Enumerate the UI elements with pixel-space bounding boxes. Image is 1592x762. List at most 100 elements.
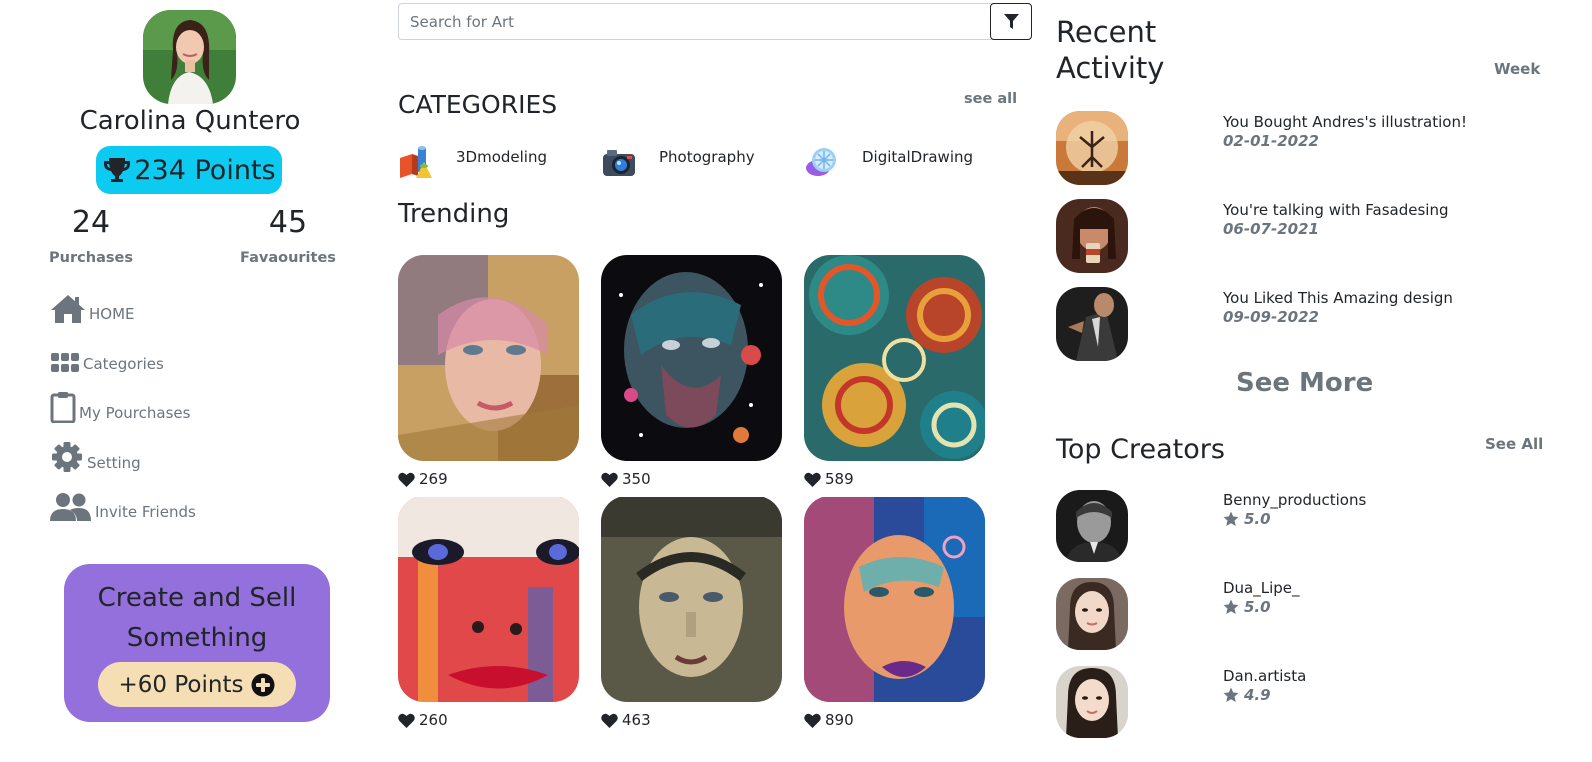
nav-item-setting[interactable]: Setting bbox=[50, 441, 196, 473]
creator-item[interactable]: Dua_Lipe_ 5.0 bbox=[1056, 578, 1536, 652]
creator-rating: 5.0 bbox=[1223, 598, 1271, 616]
category-label: DigitalDrawing bbox=[862, 148, 974, 166]
points-badge[interactable]: 234 Points bbox=[96, 146, 282, 194]
artwork-image bbox=[804, 255, 985, 461]
artwork-image bbox=[601, 496, 782, 702]
likes-count: 890 bbox=[804, 711, 985, 729]
creator-rating-value: 5.0 bbox=[1244, 510, 1271, 528]
activity-item[interactable]: You're talking with Fasadesing 06-07-202… bbox=[1056, 199, 1536, 273]
activity-title: You Bought Andres's illustration! bbox=[1223, 113, 1467, 131]
purchases-stat[interactable]: 24 Purchases bbox=[21, 204, 161, 266]
creator-rating-value: 4.9 bbox=[1244, 686, 1271, 704]
heart-icon[interactable] bbox=[601, 713, 618, 728]
nav-item-categories[interactable]: Categories bbox=[50, 342, 196, 374]
profile-sidebar: Carolina Quntero 234 Points 24 Purchases… bbox=[0, 0, 380, 762]
trending-art-card[interactable]: 589 bbox=[804, 255, 985, 488]
activity-thumbnail bbox=[1056, 199, 1128, 273]
nav-label-setting: Setting bbox=[87, 453, 141, 472]
search-input[interactable] bbox=[399, 4, 991, 39]
trending-art-card[interactable]: 350 bbox=[601, 255, 782, 488]
recent-heading-line-2: Activity bbox=[1056, 51, 1165, 85]
activity-title: You're talking with Fasadesing bbox=[1223, 201, 1449, 219]
creator-item[interactable]: Benny_productions 5.0 bbox=[1056, 490, 1536, 564]
likes-count: 589 bbox=[804, 470, 985, 488]
likes-count: 269 bbox=[398, 470, 579, 488]
heart-icon[interactable] bbox=[804, 713, 821, 728]
nav-label-my-purchases: My Pourchases bbox=[79, 404, 191, 422]
category-label: Photography bbox=[659, 148, 755, 166]
promo-line-2: Something bbox=[126, 623, 268, 653]
creator-rating: 4.9 bbox=[1223, 686, 1271, 704]
plus-circle-icon bbox=[251, 673, 275, 696]
trending-art-card[interactable]: 269 bbox=[398, 255, 579, 488]
likes-count: 463 bbox=[601, 711, 782, 729]
likes-value: 589 bbox=[825, 470, 854, 488]
gear-icon bbox=[50, 441, 84, 473]
period-filter[interactable]: Week bbox=[1494, 60, 1540, 78]
category-photography[interactable]: Photography bbox=[601, 144, 755, 180]
category-3dmodeling[interactable]: 3Dmodeling bbox=[398, 144, 547, 180]
creator-name: Benny_productions bbox=[1223, 491, 1367, 509]
activity-item[interactable]: You Bought Andres's illustration! 02-01-… bbox=[1056, 111, 1536, 185]
categories-see-all-link[interactable]: see all bbox=[964, 91, 1017, 107]
drawing-tablet-icon bbox=[806, 148, 836, 176]
artwork-image bbox=[601, 255, 782, 461]
nav-item-my-purchases[interactable]: My Pourchases bbox=[50, 391, 196, 423]
star-icon bbox=[1223, 687, 1239, 702]
creator-avatar bbox=[1056, 666, 1128, 738]
star-icon bbox=[1223, 599, 1239, 614]
activity-thumbnail bbox=[1056, 287, 1128, 361]
trending-art-card[interactable]: 260 bbox=[398, 496, 579, 729]
creator-avatar bbox=[1056, 578, 1128, 650]
activity-title: You Liked This Amazing design bbox=[1223, 289, 1453, 307]
heart-icon[interactable] bbox=[398, 472, 415, 487]
creator-rating: 5.0 bbox=[1223, 510, 1271, 528]
activity-date: 02-01-2022 bbox=[1223, 132, 1319, 150]
promo-line-1: Create and Sell bbox=[97, 583, 297, 613]
heart-icon[interactable] bbox=[804, 472, 821, 487]
filter-button[interactable] bbox=[990, 3, 1032, 40]
nav-label-invite-friends: Invite Friends bbox=[95, 503, 196, 521]
see-more-button[interactable]: See More bbox=[1236, 368, 1373, 398]
purchases-count: 24 bbox=[71, 205, 111, 240]
search-bar bbox=[398, 3, 1032, 40]
grid-icon bbox=[50, 352, 80, 374]
creator-rating-value: 5.0 bbox=[1244, 598, 1271, 616]
creator-name: Dua_Lipe_ bbox=[1223, 579, 1300, 597]
favourites-label: Favaourites bbox=[240, 250, 336, 266]
recent-heading-line-1: Recent bbox=[1056, 15, 1157, 49]
likes-value: 269 bbox=[419, 470, 448, 488]
likes-count: 350 bbox=[601, 470, 782, 488]
artwork-image bbox=[398, 255, 579, 461]
creator-avatar bbox=[1056, 490, 1128, 562]
recent-activity-heading: Recent Activity bbox=[1056, 14, 1164, 86]
heart-icon[interactable] bbox=[398, 713, 415, 728]
trending-heading: Trending bbox=[398, 199, 510, 229]
likes-value: 350 bbox=[622, 470, 651, 488]
earn-points-button[interactable]: +60 Points bbox=[98, 662, 296, 707]
creator-name: Dan.artista bbox=[1223, 667, 1307, 685]
trending-art-card[interactable]: 890 bbox=[804, 496, 985, 729]
favourites-stat[interactable]: 45 Favaourites bbox=[218, 204, 358, 266]
star-icon bbox=[1223, 511, 1239, 526]
profile-avatar[interactable] bbox=[143, 10, 236, 104]
purchases-label: Purchases bbox=[49, 250, 133, 266]
trending-art-card[interactable]: 463 bbox=[601, 496, 782, 729]
sidebar-nav: HOME Categories My Pourchases Setting In… bbox=[50, 292, 196, 540]
category-digitaldrawing[interactable]: DigitalDrawing bbox=[804, 144, 973, 180]
activity-item[interactable]: You Liked This Amazing design 09-09-2022 bbox=[1056, 287, 1536, 361]
likes-value: 260 bbox=[419, 711, 448, 729]
top-creators-see-all-link[interactable]: See All bbox=[1485, 435, 1543, 453]
activity-thumbnail bbox=[1056, 111, 1128, 185]
heart-icon[interactable] bbox=[601, 472, 618, 487]
categories-heading: CATEGORIES bbox=[398, 90, 558, 119]
home-icon bbox=[50, 294, 86, 324]
trophy-icon bbox=[104, 158, 131, 182]
points-label: 234 Points bbox=[134, 154, 276, 186]
nav-item-home[interactable]: HOME bbox=[50, 292, 196, 324]
artwork-image bbox=[398, 496, 579, 702]
filter-icon bbox=[1003, 13, 1019, 29]
likes-value: 890 bbox=[825, 711, 854, 729]
nav-item-invite-friends[interactable]: Invite Friends bbox=[50, 490, 196, 522]
creator-item[interactable]: Dan.artista 4.9 bbox=[1056, 666, 1536, 740]
